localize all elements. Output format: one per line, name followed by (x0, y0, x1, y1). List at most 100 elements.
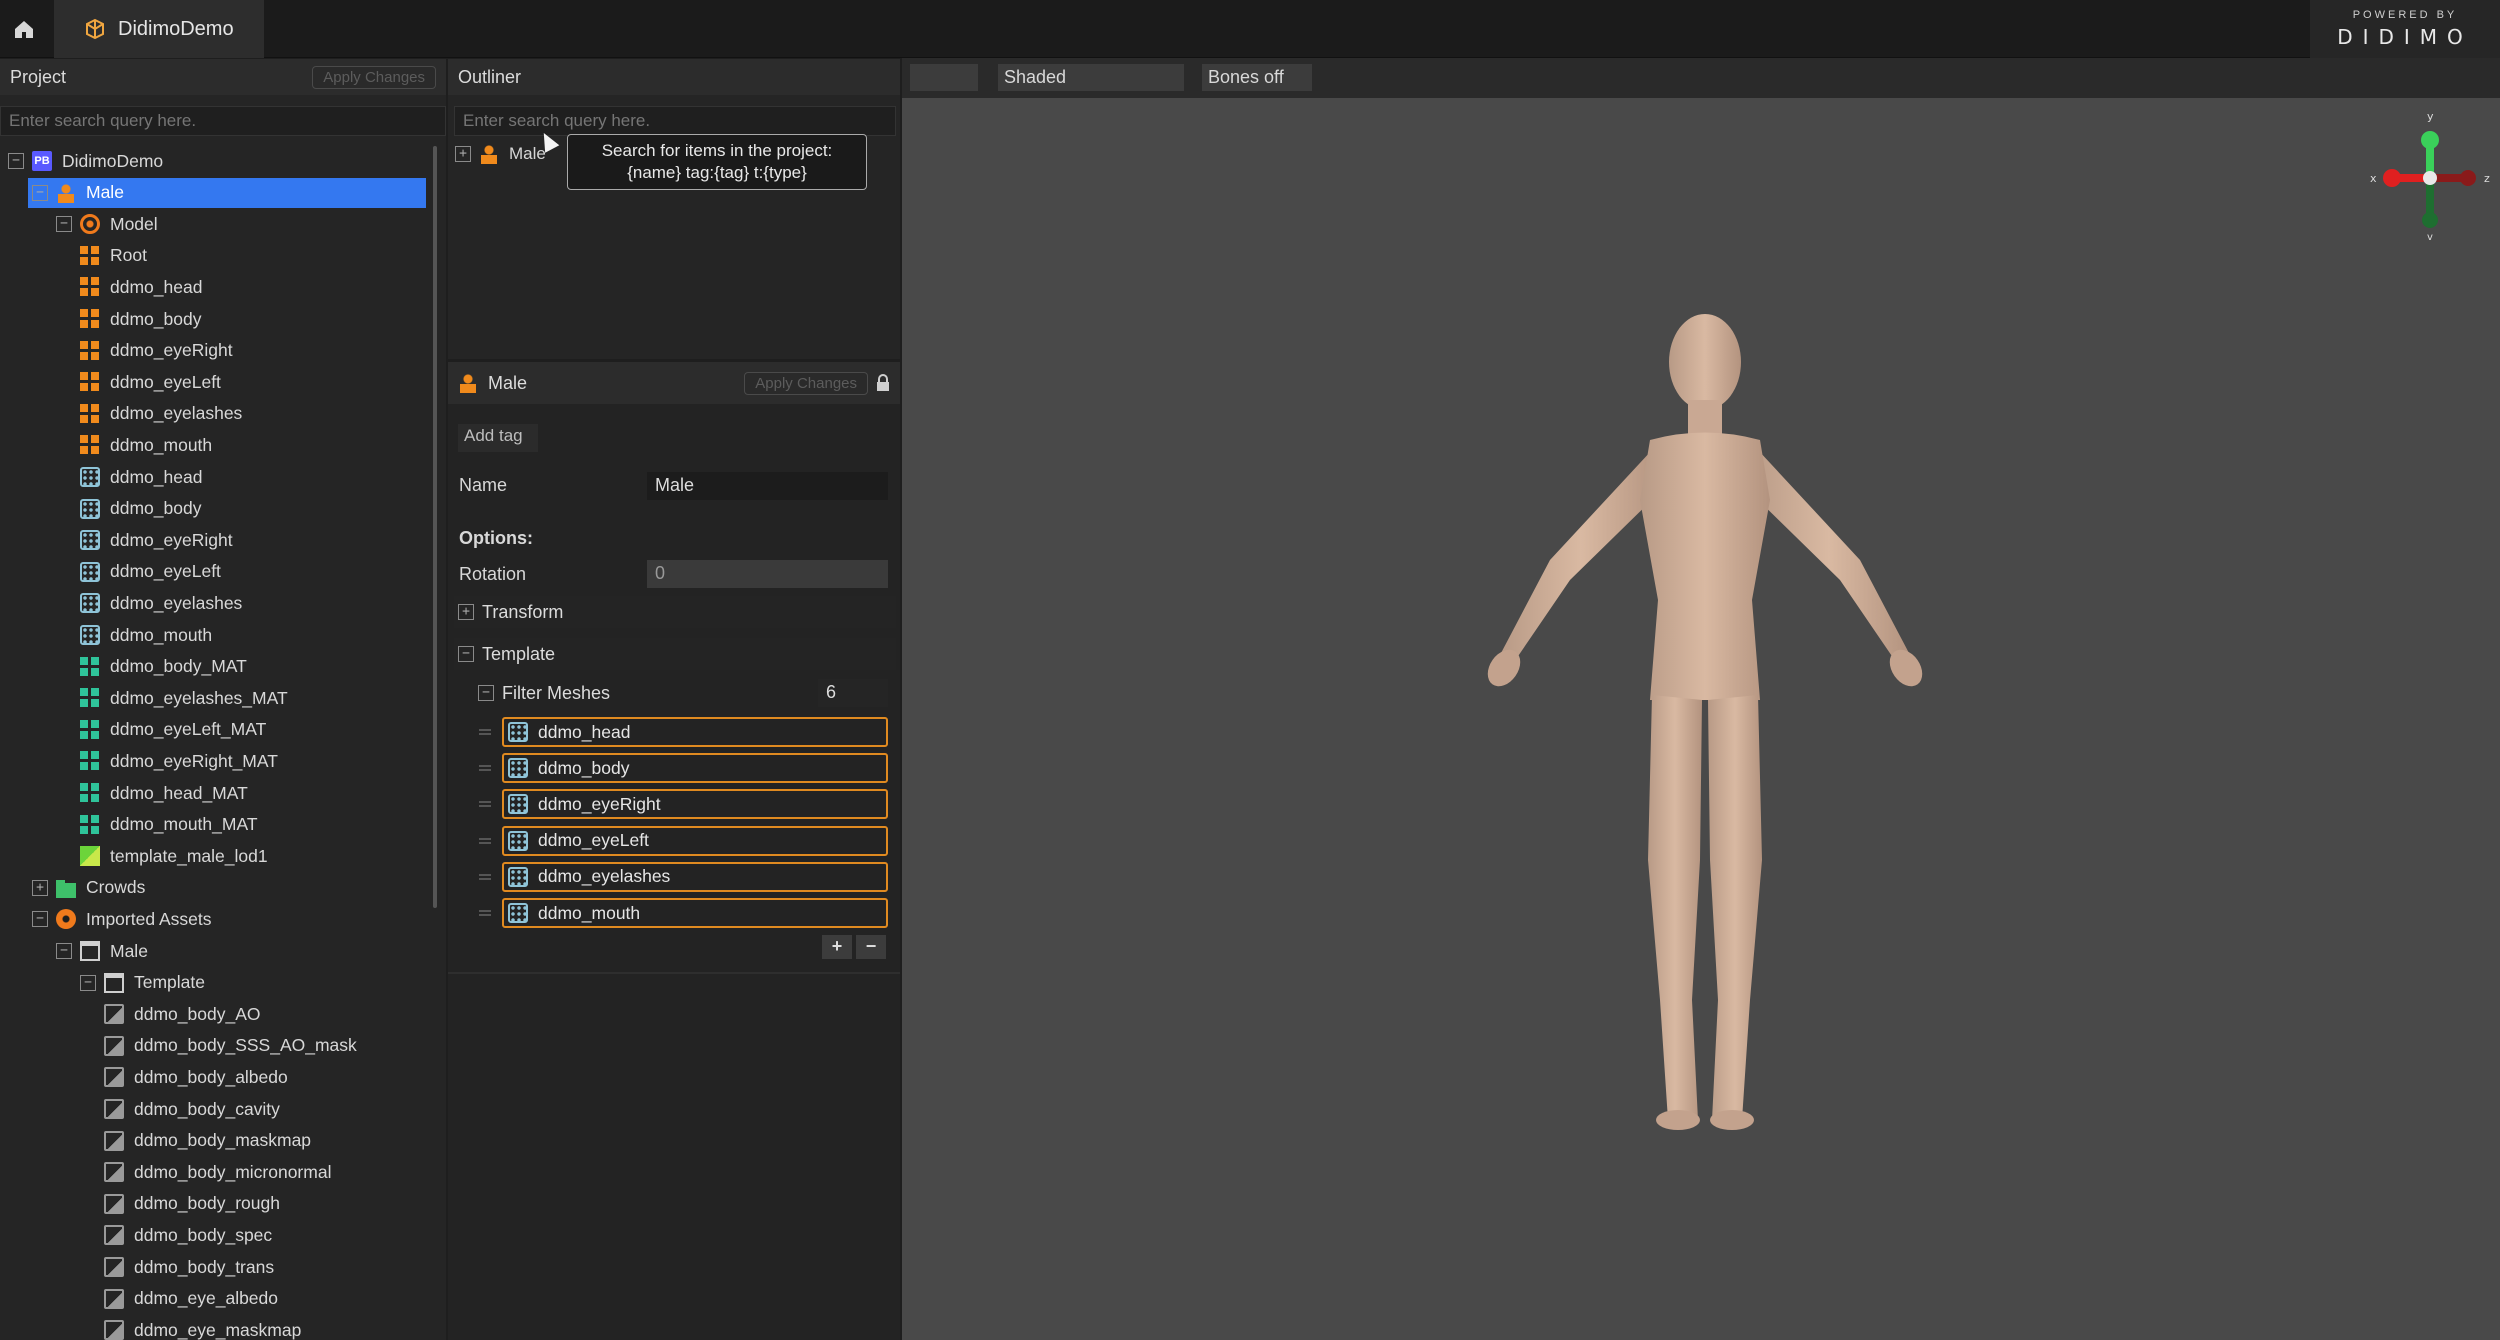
filter-meshes-expander[interactable]: − (478, 685, 494, 701)
filter-meshes-count[interactable]: 6 (818, 679, 888, 707)
tree-item[interactable]: ddmo_body_spec (0, 1220, 272, 1250)
tree-item[interactable]: − Model (0, 209, 158, 239)
tree-expander[interactable]: − (56, 943, 72, 959)
tree-item[interactable]: ddmo_eyeRight_MAT (0, 746, 278, 776)
tree-item-label: DidimoDemo (62, 150, 164, 171)
filter-mesh-item[interactable]: ddmo_eyelashes (502, 861, 888, 892)
material-icon (80, 719, 100, 740)
tree-item[interactable]: ddmo_body_cavity (0, 1094, 280, 1124)
tree-item[interactable]: ddmo_eyelashes (0, 399, 242, 429)
tree-item[interactable]: ddmo_eye_albedo (0, 1284, 278, 1314)
project-apply-button[interactable]: Apply Changes (312, 65, 436, 89)
home-button[interactable] (0, 0, 48, 58)
tree-expander[interactable]: − (8, 153, 24, 169)
tree-item-label: ddmo_body_albedo (134, 1066, 288, 1087)
tree-expander[interactable]: − (32, 184, 48, 201)
tree-item-label: ddmo_body_trans (134, 1256, 275, 1277)
drag-handle-icon[interactable] (479, 910, 491, 916)
template-label: Template (482, 643, 556, 664)
drag-handle-icon[interactable] (479, 729, 491, 735)
tree-item[interactable]: ddmo_head_MAT (0, 778, 248, 808)
tree-item-label: ddmo_eyeRight (110, 340, 233, 361)
outliner-search-input[interactable] (454, 106, 896, 136)
tree-item[interactable]: ddmo_mouth (0, 430, 212, 460)
tree-item[interactable]: ddmo_body (0, 494, 201, 524)
tree-item[interactable]: − PB DidimoDemo (0, 146, 163, 176)
tree-item[interactable]: ddmo_eyelashes_MAT (0, 683, 288, 713)
filter-mesh-label: ddmo_mouth (538, 902, 641, 923)
drag-handle-icon[interactable] (479, 837, 491, 844)
tree-item[interactable]: ddmo_eyeLeft (0, 557, 221, 587)
material-icon (80, 783, 100, 803)
tree-item[interactable]: ddmo_eye_maskmap (0, 1315, 301, 1340)
template-section[interactable]: − Template (454, 638, 896, 670)
tree-item[interactable]: ddmo_body_rough (0, 1189, 280, 1219)
tree-item[interactable]: ddmo_body_MAT (0, 652, 247, 682)
tree-item[interactable]: ddmo_body_maskmap (0, 1126, 311, 1156)
tree-item[interactable]: − Template (0, 968, 205, 998)
orientation-gizmo[interactable]: y x z v (2360, 110, 2500, 250)
drag-handle-icon[interactable] (479, 801, 491, 808)
add-mesh-button[interactable]: + (822, 935, 852, 959)
template-expander[interactable]: − (458, 646, 474, 662)
tree-item[interactable]: ddmo_eyeRight (0, 525, 233, 555)
tree-item[interactable]: Root (0, 241, 147, 271)
filter-mesh-item[interactable]: ddmo_body (502, 753, 888, 784)
project-search-input[interactable] (0, 106, 446, 136)
tree-item[interactable]: ddmo_body_trans (0, 1252, 274, 1282)
person-icon (56, 182, 76, 203)
name-field[interactable]: Male (647, 472, 888, 500)
inspector-apply-button[interactable]: Apply Changes (744, 371, 868, 395)
tree-item[interactable]: ddmo_body_micronormal (0, 1157, 331, 1187)
inspector-divider (448, 972, 900, 974)
tree-item[interactable]: ddmo_head (0, 462, 202, 492)
tree-item[interactable]: ddmo_body (0, 304, 201, 334)
outliner-title: Outliner (458, 66, 522, 87)
tree-expander[interactable]: − (32, 911, 48, 928)
tree-item[interactable]: ddmo_eyeLeft_MAT (0, 715, 266, 745)
remove-mesh-button[interactable]: − (856, 935, 886, 959)
tree-item[interactable]: − Male (28, 177, 426, 208)
tree-item[interactable]: ddmo_eyeRight (0, 336, 233, 366)
drag-handle-icon[interactable] (479, 765, 491, 772)
tree-item[interactable]: ddmo_eyeLeft (0, 367, 221, 397)
tree-item[interactable]: ddmo_body_albedo (0, 1062, 288, 1092)
tree-item[interactable]: − Imported Assets (0, 904, 211, 934)
add-tag-button[interactable]: Add tag (458, 424, 538, 452)
tree-item[interactable]: ddmo_body_SSS_AO_mask (0, 1031, 357, 1061)
project-scrollbar[interactable] (433, 146, 437, 908)
texture-icon (104, 1320, 124, 1340)
inspector-title: Male (488, 372, 528, 393)
transform-section[interactable]: + Transform (454, 596, 896, 628)
lock-icon[interactable] (876, 374, 890, 392)
filter-mesh-item[interactable]: ddmo_eyeRight (502, 789, 888, 820)
texture-icon (104, 1288, 124, 1309)
tab-didimodemo[interactable]: DidimoDemo (54, 0, 264, 58)
drag-handle-icon[interactable] (479, 873, 491, 880)
tree-expander[interactable]: − (80, 974, 96, 991)
shading-dropdown[interactable]: Shaded (998, 64, 1184, 91)
tree-item[interactable]: − Male (0, 936, 148, 966)
filter-mesh-item[interactable]: ddmo_mouth (502, 898, 888, 928)
filter-mesh-item[interactable]: ddmo_head (502, 717, 888, 747)
bones-toggle[interactable]: Bones off (1202, 64, 1312, 91)
tree-expander[interactable]: + (32, 879, 48, 896)
transform-expander[interactable]: + (458, 604, 474, 620)
tree-item[interactable]: ddmo_head (0, 272, 202, 302)
rotation-field[interactable]: 0 (647, 560, 888, 588)
person-icon (458, 373, 478, 393)
project-header: Project Apply Changes (0, 59, 446, 95)
viewport-camera-dropdown[interactable] (910, 64, 978, 91)
tree-item[interactable]: + Crowds (0, 873, 145, 903)
tree-item[interactable]: ddmo_mouth (0, 620, 212, 650)
tree-expander[interactable]: − (56, 216, 72, 233)
tree-item[interactable]: ddmo_mouth_MAT (0, 810, 258, 840)
outliner-item-male[interactable]: + Male (455, 142, 546, 166)
brand-logo: POWERED BY DIDIMO (2310, 0, 2500, 58)
outliner-expander[interactable]: + (455, 146, 471, 162)
inspector-header: Male Apply Changes (448, 362, 900, 404)
filter-mesh-item[interactable]: ddmo_eyeLeft (502, 825, 888, 856)
tree-item[interactable]: ddmo_body_AO (0, 999, 260, 1029)
tree-item[interactable]: ddmo_eyelashes (0, 588, 242, 618)
tree-item[interactable]: template_male_lod1 (0, 841, 268, 871)
